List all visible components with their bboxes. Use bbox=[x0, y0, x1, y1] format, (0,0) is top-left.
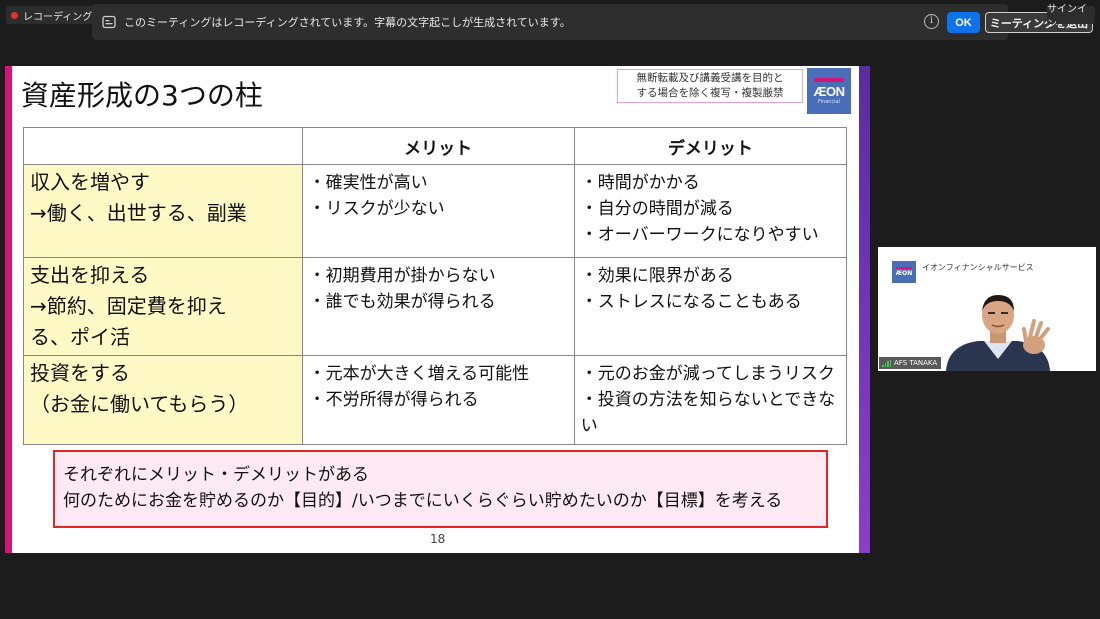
summary-box: それぞれにメリット・デメリットがある 何のためにお金を貯めるのか【目的】/いつま… bbox=[53, 450, 828, 528]
participant-name: AFS TANAKA bbox=[894, 359, 938, 367]
merits-cell: ・元本が大きく増える可能性 ・不労所得が得られる bbox=[301, 355, 575, 445]
copyright-note: 無断転載及び講義受講を目的と する場合を除く複写・複製厳禁 bbox=[617, 69, 803, 103]
demerit-item: ・元のお金が減ってしまうリスク bbox=[580, 364, 835, 384]
topic-line: る、ポイ活 bbox=[30, 325, 130, 349]
slide-page-number: 18 bbox=[430, 532, 446, 546]
slide-title: 資産形成の3つの柱 bbox=[21, 79, 263, 112]
topic-cell: 投資をする （お金に働いてもらう） bbox=[23, 355, 303, 445]
transcript-icon bbox=[102, 15, 116, 29]
logo-subtext: Financial bbox=[818, 98, 840, 105]
table-header-merits: メリット bbox=[301, 127, 575, 165]
table-row: 収入を増やす →働く、出世する、副業 ・確実性が高い ・リスクが少ない ・時間が… bbox=[23, 164, 848, 258]
topic-line: 収入を増やす bbox=[30, 170, 150, 194]
slide-right-accent bbox=[859, 66, 870, 553]
merit-item: ・不労所得が得られる bbox=[308, 390, 479, 410]
company-name: イオンフィナンシャルサービス bbox=[922, 263, 1034, 272]
topic-cell: 収入を増やす →働く、出世する、副業 bbox=[23, 164, 303, 258]
merit-item: ・リスクが少ない bbox=[308, 199, 445, 219]
demerits-cell: ・元のお金が減ってしまうリスク ・投資の方法を知らないとできない bbox=[573, 355, 848, 445]
signal-strength-icon bbox=[882, 359, 891, 367]
demerit-item: ・投資の方法を知らないとできない bbox=[580, 390, 836, 436]
merits-cell: ・確実性が高い ・リスクが少ない bbox=[301, 164, 575, 258]
topic-line: →働く、出世する、副業 bbox=[30, 201, 247, 225]
demerit-item: ・ストレスになることもある bbox=[580, 292, 802, 312]
shared-slide: 資産形成の3つの柱 無断転載及び講義受講を目的と する場合を除く複写・複製厳禁 … bbox=[5, 66, 870, 553]
participant-name-tag: AFS TANAKA bbox=[879, 357, 942, 369]
merits-cell: ・初期費用が掛からない ・誰でも効果が得られる bbox=[301, 257, 575, 356]
recording-label: レコーディング bbox=[23, 11, 93, 23]
recording-notification-bar: このミーティングはレコーディングされています。字幕の文字起こしが生成されています… bbox=[92, 4, 1093, 40]
topic-line: 投資をする bbox=[30, 361, 130, 385]
demerit-item: ・効果に限界がある bbox=[580, 266, 734, 286]
summary-line: それぞれにメリット・デメリットがある bbox=[63, 465, 369, 485]
logo-wordmark-small: ÆON bbox=[895, 270, 913, 277]
copyright-note-line: する場合を除く複写・複製厳禁 bbox=[636, 87, 784, 99]
table-row: 投資をする （お金に働いてもらう） ・元本が大きく増える可能性 ・不労所得が得ら… bbox=[23, 355, 848, 445]
info-icon[interactable]: i bbox=[924, 14, 939, 29]
demerit-item: ・時間がかかる bbox=[580, 173, 700, 193]
aeon-financial-logo: ÆON Financial bbox=[807, 68, 851, 114]
summary-line: 何のためにお金を貯めるのか【目的】/いつまでにいくらぐらい貯めたいのか【目標】を… bbox=[63, 491, 783, 511]
demerits-cell: ・時間がかかる ・自分の時間が減る ・オーバーワークになりやすい bbox=[573, 164, 848, 258]
topic-line: 支出を抑える bbox=[30, 263, 150, 287]
topic-line: →節約、固定費を抑え bbox=[30, 294, 227, 318]
logo-swoosh bbox=[814, 77, 844, 82]
table-row: 支出を抑える →節約、固定費を抑え る、ポイ活 ・初期費用が掛からない ・誰でも… bbox=[23, 257, 848, 356]
recording-dot-icon bbox=[11, 11, 18, 19]
presenter-figure bbox=[946, 295, 1050, 371]
logo-swoosh bbox=[896, 267, 912, 269]
merit-item: ・確実性が高い bbox=[308, 173, 428, 193]
merit-item: ・元本が大きく増える可能性 bbox=[308, 364, 530, 384]
participant-video-tile[interactable]: ÆON イオンフィナンシャルサービス AFS TANAKA bbox=[878, 247, 1096, 371]
copyright-note-line: 無断転載及び講義受講を目的と bbox=[636, 72, 784, 84]
table-header-demerits: デメリット bbox=[573, 127, 848, 165]
notification-message: このミーティングはレコーディングされています。字幕の文字起こしが生成されています… bbox=[124, 16, 571, 29]
signin-button[interactable]: サインイン bbox=[1047, 4, 1095, 30]
pros-cons-table: メリット デメリット 収入を増やす →働く、出世する、副業 ・確実性が高い ・リ… bbox=[23, 127, 848, 445]
table-header-row: メリット デメリット bbox=[23, 127, 848, 165]
merit-item: ・初期費用が掛からない bbox=[308, 266, 496, 286]
slide-left-accent bbox=[5, 66, 12, 553]
recording-badge[interactable]: レコーディング bbox=[6, 6, 100, 24]
demerit-item: ・自分の時間が減る bbox=[580, 199, 734, 219]
topic-line: （お金に働いてもらう） bbox=[30, 392, 249, 416]
ok-button[interactable]: OK bbox=[947, 12, 980, 33]
table-header-blank bbox=[23, 127, 303, 165]
aeon-logo-small: ÆON bbox=[892, 261, 916, 283]
merit-item: ・誰でも効果が得られる bbox=[308, 292, 496, 312]
demerits-cell: ・効果に限界がある ・ストレスになることもある bbox=[573, 257, 848, 356]
logo-wordmark: ÆON bbox=[813, 83, 846, 99]
demerit-item: ・オーバーワークになりやすい bbox=[580, 225, 819, 245]
topic-cell: 支出を抑える →節約、固定費を抑え る、ポイ活 bbox=[23, 257, 303, 356]
